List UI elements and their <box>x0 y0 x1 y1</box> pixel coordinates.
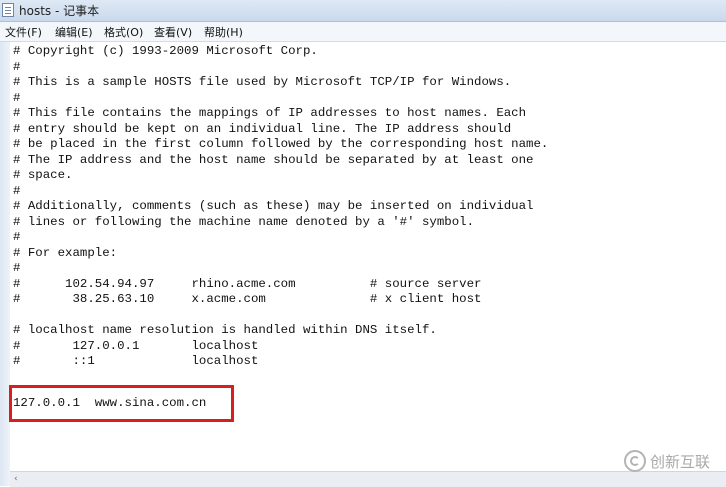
scroll-left-arrow-icon[interactable]: ‹ <box>14 474 18 484</box>
highlight-annotation <box>9 385 234 422</box>
menu-format[interactable]: 格式(O) <box>104 24 143 40</box>
watermark-text: 创新互联 <box>650 453 711 471</box>
horizontal-scrollbar[interactable]: ‹ <box>10 471 726 487</box>
menu-file[interactable]: 文件(F) <box>5 24 42 40</box>
watermark-logo-icon <box>624 450 646 472</box>
menu-bar: 文件(F) 编辑(E) 格式(O) 查看(V) 帮助(H) <box>0 22 726 42</box>
hosts-file-content[interactable]: # Copyright (c) 1993-2009 Microsoft Corp… <box>13 44 548 370</box>
menu-view[interactable]: 查看(V) <box>154 24 192 40</box>
watermark: 创新互联 <box>624 448 724 476</box>
menu-edit[interactable]: 编辑(E) <box>55 24 93 40</box>
title-bar: hosts - 记事本 <box>0 0 726 22</box>
menu-help[interactable]: 帮助(H) <box>204 24 243 40</box>
window-title: hosts - 记事本 <box>19 4 100 18</box>
notepad-icon <box>2 3 14 17</box>
